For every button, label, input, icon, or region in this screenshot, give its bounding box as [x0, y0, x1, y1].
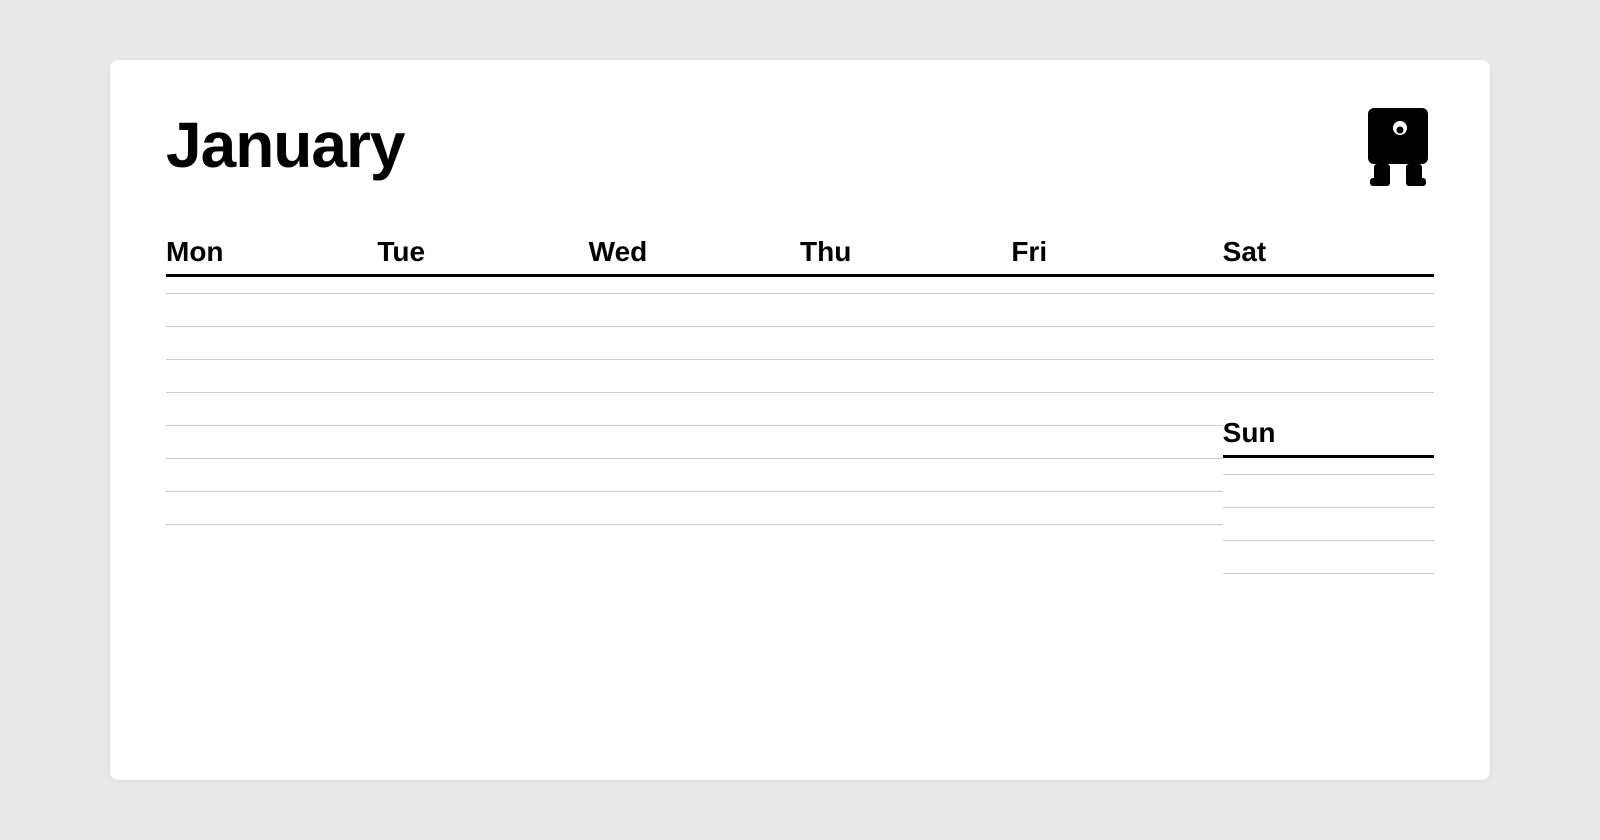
line: [589, 458, 800, 459]
line: [800, 293, 1011, 294]
line: [166, 326, 377, 327]
tue-lines: [377, 277, 588, 541]
mon-lines: [166, 277, 377, 541]
line: [377, 392, 588, 393]
line: [377, 491, 588, 492]
day-label-mon: Mon: [166, 236, 377, 277]
line: [800, 425, 1011, 426]
line: [1011, 293, 1222, 294]
line: [1011, 392, 1222, 393]
calendar-grid: Mon Tue: [166, 236, 1434, 590]
line: [1223, 507, 1434, 508]
line: [1011, 326, 1222, 327]
line: [589, 293, 800, 294]
month-title: January: [166, 108, 404, 182]
line: [1011, 458, 1222, 459]
line: [1223, 326, 1434, 327]
monster-mascot-icon: [1362, 108, 1434, 188]
sat-lines: [1223, 277, 1434, 409]
calendar-card: January Mon: [110, 60, 1490, 780]
line: [800, 458, 1011, 459]
line: [589, 524, 800, 525]
day-column-mon: Mon: [166, 236, 377, 590]
line: [1223, 293, 1434, 294]
line: [166, 491, 377, 492]
line: [166, 392, 377, 393]
line: [166, 293, 377, 294]
line: [1011, 491, 1222, 492]
line: [1223, 392, 1434, 393]
line: [1011, 425, 1222, 426]
day-label-wed: Wed: [589, 236, 800, 277]
day-column-tue: Tue: [377, 236, 588, 590]
line: [1011, 524, 1222, 525]
line: [800, 491, 1011, 492]
line: [1223, 474, 1434, 475]
line: [166, 359, 377, 360]
line: [589, 392, 800, 393]
line: [1011, 359, 1222, 360]
day-label-tue: Tue: [377, 236, 588, 277]
wed-lines: [589, 277, 800, 541]
day-column-sat-sun: Sat Sun: [1223, 236, 1434, 590]
day-column-wed: Wed: [589, 236, 800, 590]
line: [377, 425, 588, 426]
day-column-fri: Fri: [1011, 236, 1222, 590]
sun-lines: [1223, 458, 1434, 590]
fri-lines: [1011, 277, 1222, 541]
line: [589, 491, 800, 492]
line: [377, 326, 588, 327]
sat-section: Sat: [1223, 236, 1434, 409]
line: [800, 359, 1011, 360]
day-label-thu: Thu: [800, 236, 1011, 277]
sun-section: Sun: [1223, 417, 1434, 590]
line: [1223, 540, 1434, 541]
line: [800, 326, 1011, 327]
calendar-header: January: [166, 108, 1434, 188]
line: [377, 293, 588, 294]
line: [589, 425, 800, 426]
thu-lines: [800, 277, 1011, 541]
line: [1223, 359, 1434, 360]
day-label-sun: Sun: [1223, 417, 1434, 458]
line: [377, 359, 588, 360]
line: [377, 458, 588, 459]
line: [589, 359, 800, 360]
line: [1223, 573, 1434, 574]
day-column-thu: Thu: [800, 236, 1011, 590]
day-label-fri: Fri: [1011, 236, 1222, 277]
line: [800, 524, 1011, 525]
line: [166, 425, 377, 426]
line: [377, 524, 588, 525]
line: [166, 524, 377, 525]
line: [166, 458, 377, 459]
day-label-sat: Sat: [1223, 236, 1434, 277]
line: [589, 326, 800, 327]
line: [800, 392, 1011, 393]
